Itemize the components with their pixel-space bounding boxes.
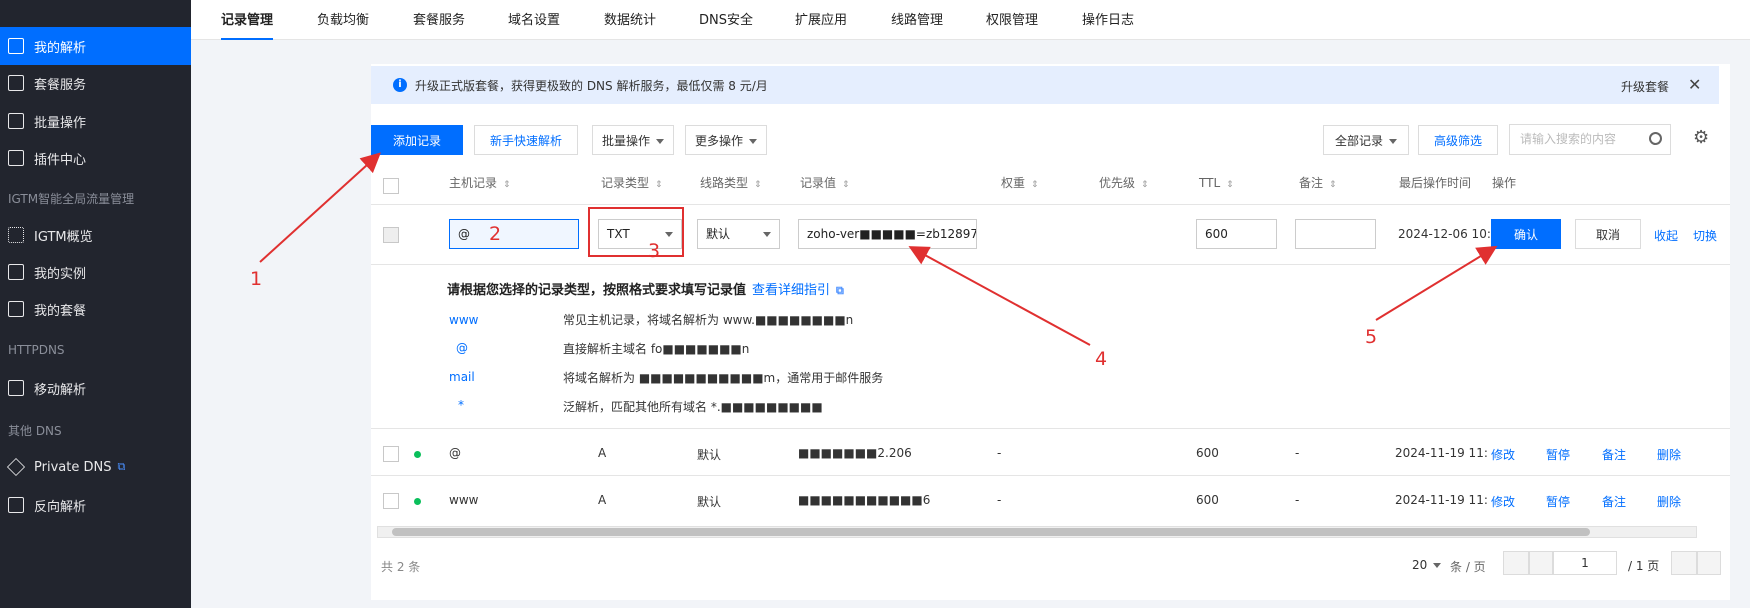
- annotation-arrow-1: [259, 152, 381, 263]
- annotation-5: 5: [1365, 326, 1378, 348]
- annotation-arrows: [259, 152, 1498, 346]
- annotation-3: 3: [648, 240, 661, 262]
- annotation-4: 4: [1095, 348, 1108, 370]
- annotation-2: 2: [489, 223, 502, 245]
- annotation-1: 1: [250, 268, 263, 290]
- annotation-arrow-4: [908, 246, 1091, 346]
- annotation-arrow-5: [1375, 245, 1498, 321]
